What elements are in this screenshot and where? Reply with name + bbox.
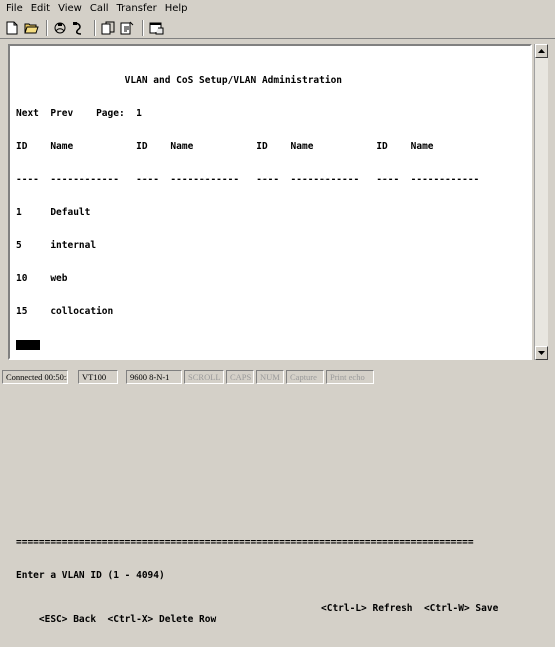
menu-edit[interactable]: Edit [31, 3, 50, 14]
status-bar: Connected 00:50:59 VT100 9600 8-N-1 SCRO… [0, 368, 555, 386]
status-port-settings: 9600 8-N-1 [126, 370, 182, 384]
table-row: 5 internal [16, 240, 97, 251]
status-scroll: SCROLL [184, 370, 224, 384]
arrow-down-icon [538, 351, 545, 355]
status-num: NUM [256, 370, 284, 384]
input-prompt: Enter a VLAN ID (1 - 4094) [16, 570, 165, 581]
menu-call[interactable]: Call [90, 3, 109, 14]
arrow-up-icon [538, 49, 545, 53]
key-hints: <ESC> Back <Ctrl-X> Delete Row <Ctrl-L> … [16, 603, 516, 625]
menu-help[interactable]: Help [165, 3, 188, 14]
status-emulation: VT100 [78, 370, 118, 384]
menu-transfer[interactable]: Transfer [117, 3, 157, 14]
table-row: 15 collocation [16, 306, 114, 317]
terminal-blank-area [16, 372, 516, 515]
menu-view[interactable]: View [58, 3, 82, 14]
status-capture: Capture [286, 370, 324, 384]
vertical-scrollbar[interactable] [534, 44, 548, 360]
scroll-up-button[interactable] [535, 44, 548, 58]
key-hints-right: <Ctrl-L> Refresh <Ctrl-W> Save [321, 603, 499, 614]
scroll-down-button[interactable] [535, 346, 548, 360]
footer-separator: ========================================… [16, 537, 474, 548]
screen-title: VLAN and CoS Setup/VLAN Administration [16, 75, 343, 86]
status-connected-time: Connected 00:50:59 [2, 370, 68, 384]
menu-file[interactable]: File [6, 3, 23, 14]
status-caps: CAPS [226, 370, 254, 384]
input-cursor[interactable] [16, 339, 40, 350]
cursor-row [16, 339, 516, 350]
key-hints-left: <ESC> Back <Ctrl-X> Delete Row [38, 614, 217, 625]
table-divider: ---- ------------ ---- ------------ ----… [16, 174, 480, 185]
terminal-line: Next Prev Page: 1 [16, 108, 142, 119]
status-print-echo: Print echo [326, 370, 374, 384]
table-header: ID Name ID Name ID Name ID Name [16, 141, 434, 152]
table-row: 10 web [16, 273, 68, 284]
terminal-screen: VLAN and CoS Setup/VLAN Administration N… [16, 20, 516, 625]
table-row: 1 Default [16, 207, 91, 218]
menu-bar: File Edit View Call Transfer Help [0, 0, 555, 16]
